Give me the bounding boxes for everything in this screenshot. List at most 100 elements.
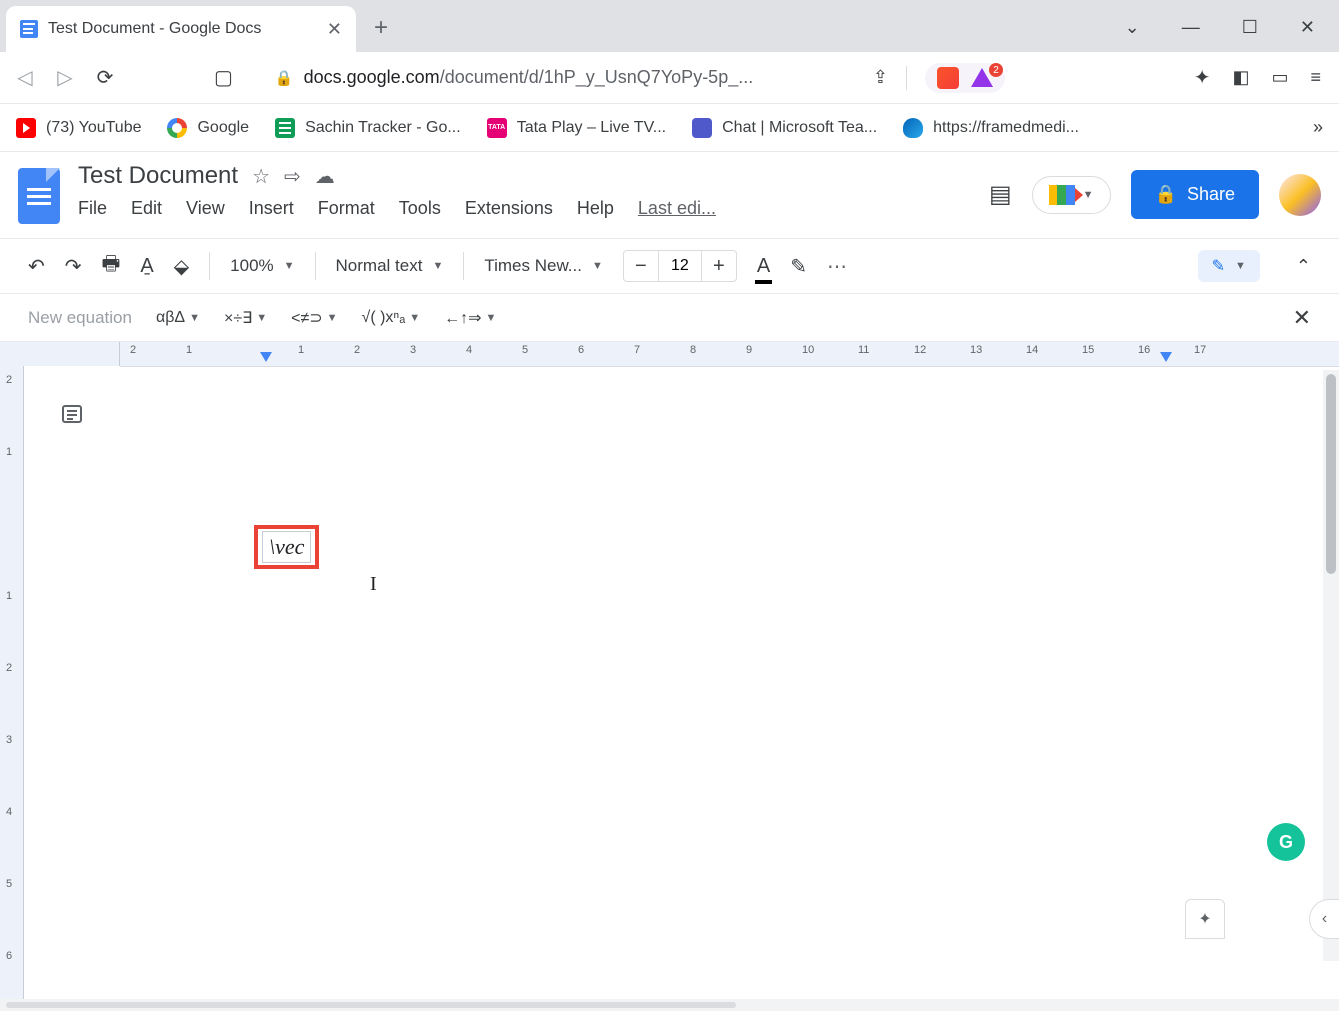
spellcheck-icon[interactable]: A̱ xyxy=(140,255,153,278)
share-button[interactable]: 🔒 Share xyxy=(1131,170,1259,219)
grammarly-icon[interactable]: G xyxy=(1267,823,1305,861)
vertical-scrollbar[interactable] xyxy=(1323,370,1339,961)
meet-button[interactable]: ▼ xyxy=(1032,176,1111,214)
text-color-icon[interactable]: A xyxy=(757,255,770,278)
vertical-ruler[interactable]: 21123456 xyxy=(0,366,24,1007)
menu-file[interactable]: File xyxy=(78,194,107,223)
bookmark-tata[interactable]: TATATata Play – Live TV... xyxy=(487,118,666,138)
address-bar[interactable]: 🔒 docs.google.com/document/d/1hP_y_UsnQ7… xyxy=(261,60,841,96)
address-bar-row: ◁ ▷ ⟳ ▢ 🔒 docs.google.com/document/d/1hP… xyxy=(0,52,1339,104)
font-size-increase[interactable]: + xyxy=(702,255,736,278)
font-family-select[interactable]: Times New...▼ xyxy=(484,256,603,276)
chevron-down-icon: ▼ xyxy=(256,312,267,324)
menu-view[interactable]: View xyxy=(186,194,225,223)
highlight-color-icon[interactable]: ✎ xyxy=(790,254,807,279)
document-canvas[interactable]: \vec I xyxy=(120,366,1339,1007)
minimize-window-icon[interactable]: ― xyxy=(1182,17,1200,38)
ruler-mark: 11 xyxy=(858,344,869,356)
reload-icon[interactable]: ⟳ xyxy=(94,65,116,90)
brave-rewards-icon[interactable]: 2 xyxy=(971,68,993,87)
math-operations-menu[interactable]: √( )xⁿₐ▼ xyxy=(362,309,421,327)
close-window-icon[interactable]: ✕ xyxy=(1300,17,1315,38)
lock-icon: 🔒 xyxy=(1155,184,1177,205)
menu-format[interactable]: Format xyxy=(318,194,375,223)
share-url-icon[interactable]: ⇪ xyxy=(873,67,888,88)
zoom-select[interactable]: 100%▼ xyxy=(230,256,294,276)
chevron-down-icon: ▼ xyxy=(189,312,200,324)
explore-button[interactable]: ✦ xyxy=(1185,899,1225,939)
menu-help[interactable]: Help xyxy=(577,194,614,223)
nav-forward-icon[interactable]: ▷ xyxy=(54,65,76,90)
bookmark-youtube[interactable]: (73) YouTube xyxy=(16,118,141,138)
print-icon[interactable]: 🖶 xyxy=(102,249,121,283)
right-indent-marker[interactable] xyxy=(1160,352,1172,362)
close-tab-icon[interactable]: ✕ xyxy=(327,19,342,40)
wallet-icon[interactable]: ▭ xyxy=(1271,67,1288,88)
ruler-mark: 3 xyxy=(410,344,416,356)
bookmark-page-icon[interactable]: ▢ xyxy=(214,65,233,90)
scrollbar-thumb[interactable] xyxy=(1326,374,1336,574)
ruler-mark: 12 xyxy=(914,344,926,356)
editing-mode-button[interactable]: ✎ ▼ xyxy=(1198,250,1260,282)
last-edit-link[interactable]: Last edi... xyxy=(638,198,716,219)
more-tools-icon[interactable]: ⋯ xyxy=(827,254,847,279)
sheets-icon xyxy=(275,118,295,138)
badge-count: 2 xyxy=(989,63,1003,77)
document-page[interactable]: \vec I xyxy=(120,397,1240,997)
sidepanel-icon[interactable]: ◧ xyxy=(1232,67,1249,88)
greek-letters-menu[interactable]: αβΔ▼ xyxy=(156,309,200,327)
arrows-menu[interactable]: ←↑⇒▼ xyxy=(444,308,496,328)
cloud-status-icon[interactable]: ☁ xyxy=(315,164,335,189)
document-outline-icon[interactable] xyxy=(57,402,87,426)
brave-shield-icon[interactable] xyxy=(937,67,959,89)
new-equation-button[interactable]: New equation xyxy=(28,308,132,328)
tata-icon: TATA xyxy=(487,118,507,138)
bookmarks-bar: (73) YouTube Google Sachin Tracker - Go.… xyxy=(0,104,1339,152)
docs-home-icon[interactable] xyxy=(18,168,60,224)
font-size-input[interactable]: 12 xyxy=(658,251,702,281)
menu-extensions[interactable]: Extensions xyxy=(465,194,553,223)
account-avatar[interactable] xyxy=(1279,174,1321,216)
maximize-window-icon[interactable]: ☐ xyxy=(1242,17,1258,38)
canvas-area: 21123456 \vec I xyxy=(0,366,1339,1007)
menu-edit[interactable]: Edit xyxy=(131,194,162,223)
close-equation-toolbar-icon[interactable]: ✕ xyxy=(1293,305,1311,331)
new-tab-button[interactable]: + xyxy=(374,14,388,42)
star-icon[interactable]: ☆ xyxy=(252,164,270,189)
bookmark-teams[interactable]: Chat | Microsoft Tea... xyxy=(692,118,877,138)
bookmarks-overflow-icon[interactable]: » xyxy=(1313,117,1323,138)
tabs-dropdown-icon[interactable]: ⌄ xyxy=(1125,17,1140,38)
left-indent-marker[interactable] xyxy=(260,352,272,362)
collapse-toolbar-icon[interactable]: ⌃ xyxy=(1296,256,1311,277)
lock-icon[interactable]: 🔒 xyxy=(275,69,294,87)
relations-menu[interactable]: <≠⊃▼ xyxy=(291,308,337,328)
menu-tools[interactable]: Tools xyxy=(399,194,441,223)
comments-icon[interactable]: ▤ xyxy=(989,180,1012,209)
nav-back-icon[interactable]: ◁ xyxy=(14,65,36,90)
browser-menu-icon[interactable]: ≡ xyxy=(1310,67,1321,88)
bookmark-onedrive[interactable]: https://framedmedi... xyxy=(903,118,1079,138)
paint-format-icon[interactable]: ⬙ xyxy=(174,254,189,279)
horizontal-scrollbar[interactable] xyxy=(0,999,1339,1011)
menu-bar: File Edit View Insert Format Tools Exten… xyxy=(78,194,989,223)
bookmark-sheets[interactable]: Sachin Tracker - Go... xyxy=(275,118,461,138)
youtube-icon xyxy=(16,118,36,138)
chevron-down-icon: ▼ xyxy=(284,260,295,272)
misc-operations-menu[interactable]: ×÷∃▼ xyxy=(224,308,267,328)
divider xyxy=(906,66,907,90)
browser-tab[interactable]: Test Document - Google Docs ✕ xyxy=(6,6,356,52)
paragraph-style-select[interactable]: Normal text▼ xyxy=(336,256,444,276)
chevron-down-icon: ▼ xyxy=(592,260,603,272)
bookmark-google[interactable]: Google xyxy=(167,118,249,138)
equation-input[interactable]: \vec xyxy=(262,531,311,563)
redo-icon[interactable]: ↷ xyxy=(65,254,82,279)
horizontal-ruler[interactable]: 211234567891011121314151617 xyxy=(0,342,1339,366)
document-title[interactable]: Test Document xyxy=(78,162,238,190)
scrollbar-thumb[interactable] xyxy=(6,1002,736,1008)
browser-tab-strip: Test Document - Google Docs ✕ + ⌄ ― ☐ ✕ xyxy=(0,0,1339,52)
menu-insert[interactable]: Insert xyxy=(249,194,294,223)
extensions-icon[interactable]: ✦ xyxy=(1194,65,1211,90)
undo-icon[interactable]: ↶ xyxy=(28,254,45,279)
move-folder-icon[interactable]: ⇨ xyxy=(284,164,301,189)
font-size-decrease[interactable]: − xyxy=(624,255,658,278)
